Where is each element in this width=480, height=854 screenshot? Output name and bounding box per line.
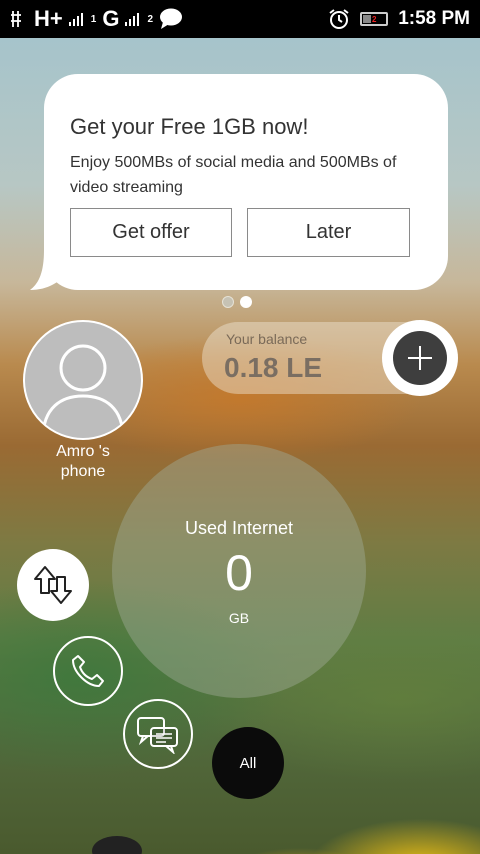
alarm-icon: [329, 9, 349, 29]
profile-name: Amro 's phone: [56, 443, 110, 480]
signal-activity-icon: [11, 11, 21, 27]
calls-filter-button[interactable]: [53, 636, 123, 706]
pager-dots: [222, 296, 252, 308]
chat-notification-icon: [160, 8, 182, 29]
signal-strength-icon-1: [68, 13, 83, 26]
pager-dot-2[interactable]: [240, 296, 252, 308]
signal-strength-icon-2: [125, 13, 140, 26]
all-filter-button[interactable]: All: [212, 727, 284, 799]
add-balance-button[interactable]: [382, 320, 458, 396]
user-icon: [41, 344, 125, 438]
offer-card: Get your Free 1GB now! Enjoy 500MBs of s…: [44, 74, 448, 290]
get-offer-button[interactable]: Get offer: [70, 208, 232, 257]
clock: 1:58 PM: [398, 8, 470, 29]
data-filter-button[interactable]: [17, 549, 89, 621]
messages-filter-button[interactable]: [123, 699, 193, 769]
balance-label: Your balance: [226, 331, 308, 347]
balance-value: 0.18 LE: [224, 352, 323, 383]
usage-title: Used Internet: [184, 518, 294, 538]
usage-unit: GB: [228, 610, 250, 626]
network-type-2: G: [102, 6, 120, 31]
network-type-1: H+: [34, 6, 63, 31]
plus-icon: [408, 346, 432, 370]
sim-2-label: 2: [147, 13, 153, 25]
later-button[interactable]: Later: [247, 208, 410, 257]
pager-dot-1[interactable]: [222, 296, 234, 308]
sim-1-label: 1: [90, 13, 97, 25]
avatar[interactable]: [23, 320, 143, 440]
data-arrows-icon: [34, 566, 72, 604]
phone-icon: [72, 655, 104, 687]
offer-description: Enjoy 500MBs of social media and 500MBs …: [70, 154, 397, 196]
usage-circle[interactable]: Used Internet 0 GB: [112, 444, 366, 698]
status-bar: H+ 1 G 2 2 1:58 PM: [0, 0, 480, 38]
battery-level: 2: [371, 14, 377, 24]
battery-icon: 2: [360, 12, 389, 26]
usage-value: 0: [225, 545, 253, 601]
chat-icon: [137, 717, 178, 754]
offer-title: Get your Free 1GB now!: [70, 114, 309, 139]
